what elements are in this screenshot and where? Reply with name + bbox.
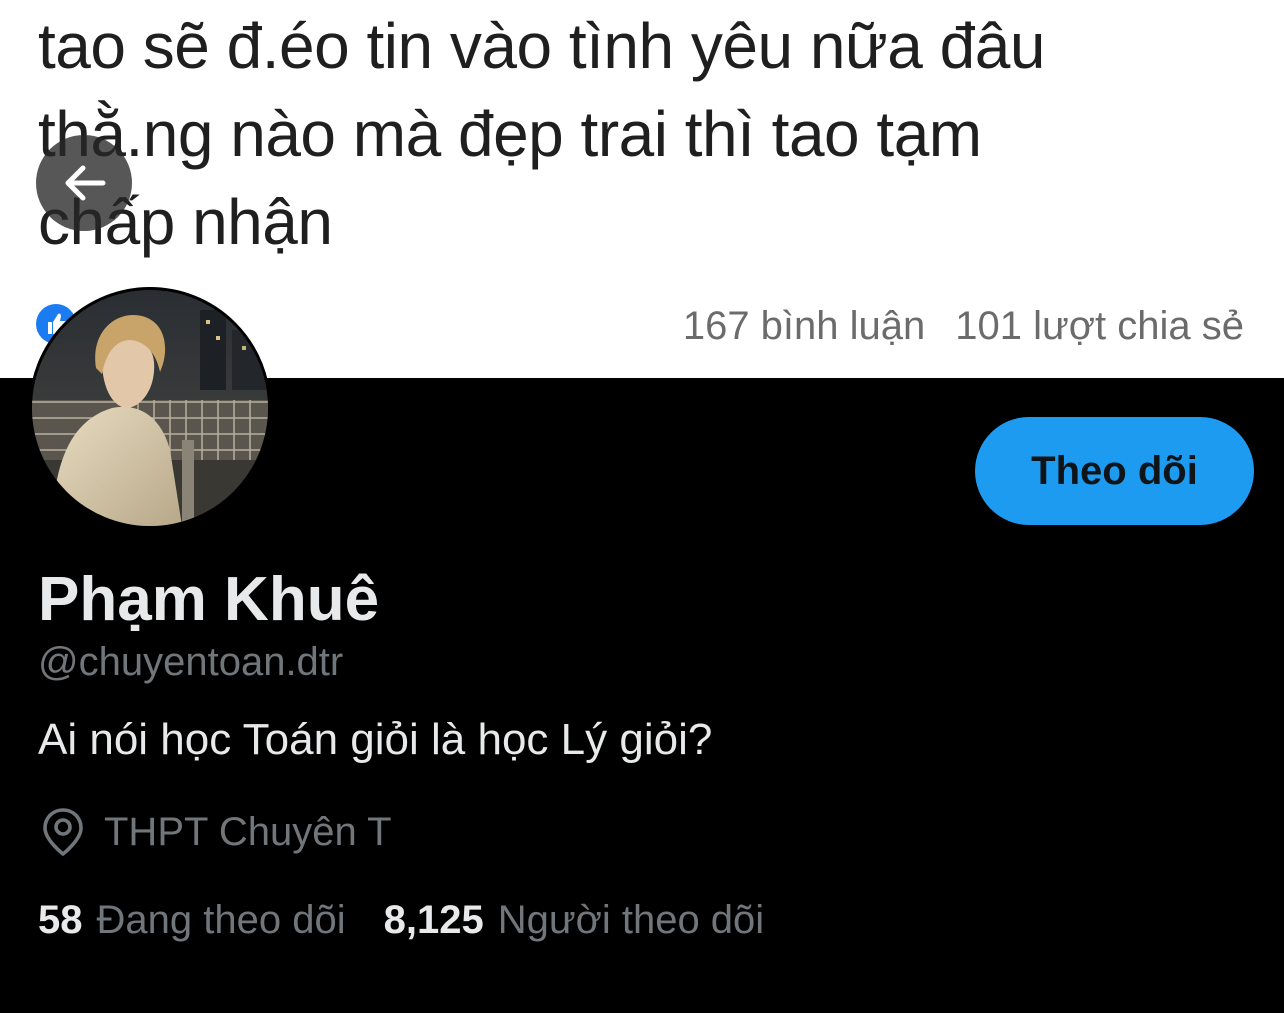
followers-label: Người theo dõi xyxy=(497,897,765,942)
follow-button[interactable]: Theo dõi xyxy=(975,417,1254,525)
following-count: 58 xyxy=(38,897,83,942)
banner-post-line: tao sẽ đ.éo tin vào tình yêu nữa đâu xyxy=(38,10,1045,82)
profile-bio: Ai nói học Toán giỏi là học Lý giỏi? xyxy=(38,715,713,764)
banner-post-text: tao sẽ đ.éo tin vào tình yêu nữa đâu thằ… xyxy=(38,2,1198,266)
profile-page: tao sẽ đ.éo tin vào tình yêu nữa đâu thằ… xyxy=(0,0,1284,1013)
banner-post-stats: 167 bình luận 101 lượt chia sẻ xyxy=(683,300,1244,352)
display-name: Phạm Khuê xyxy=(38,565,380,634)
banner-post-line: chấp nhận xyxy=(38,186,333,258)
banner-shares-count: 101 lượt chia sẻ xyxy=(955,304,1244,348)
follow-stats: 58 Đang theo dõi 8,125 Người theo dõi xyxy=(38,893,764,947)
back-button[interactable] xyxy=(36,135,132,231)
arrow-left-icon xyxy=(65,165,106,201)
location-pin-icon xyxy=(43,808,83,856)
profile-location: THPT Chuyên T xyxy=(40,806,392,858)
followers-count: 8,125 xyxy=(383,897,484,942)
user-handle: @chuyentoan.dtr xyxy=(38,640,344,684)
location-text: THPT Chuyên T xyxy=(104,809,392,854)
following-stat[interactable]: 58 Đang theo dõi xyxy=(38,898,346,943)
avatar[interactable] xyxy=(29,287,271,529)
following-label: Đang theo dõi xyxy=(96,897,346,942)
banner-comments-count: 167 bình luận xyxy=(682,304,926,348)
followers-stat[interactable]: 8,125 Người theo dõi xyxy=(384,898,765,943)
banner-post-line: thằ.ng nào mà đẹp trai thì tao tạm xyxy=(38,98,982,170)
